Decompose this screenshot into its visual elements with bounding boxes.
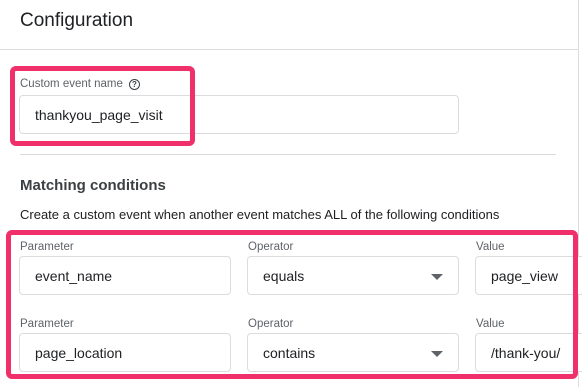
value-input[interactable]: page_view [475,256,582,295]
operator-value: contains [263,345,316,361]
divider [20,154,556,155]
panel-header: Configuration [0,0,578,50]
parameter-label: Parameter [20,318,74,330]
matching-conditions-title: Matching conditions [20,177,166,194]
custom-event-name-value: thankyou_page_visit [35,107,163,123]
parameter-input[interactable]: page_location [19,333,231,372]
custom-event-name-input[interactable]: thankyou_page_visit [19,95,459,134]
parameter-label: Parameter [20,241,74,253]
operator-select[interactable]: contains [247,333,459,372]
operator-label: Operator [248,318,294,330]
operator-label: Operator [248,241,294,253]
value-label: Value [476,241,505,253]
operator-value: equals [263,268,305,284]
page-title: Configuration [20,10,134,31]
parameter-value: page_location [35,345,123,361]
value-value: /thank-you/ [491,345,561,361]
value-input[interactable]: /thank-you/ [475,333,582,372]
configuration-panel: Configuration Custom event name? thankyo… [0,0,582,387]
help-circle-icon[interactable]: ? [128,79,140,90]
value-value: page_view [491,268,558,284]
parameter-value: event_name [35,268,113,284]
custom-event-name-label: Custom event name? [20,78,140,90]
dropdown-arrow-icon [431,274,443,280]
parameter-input[interactable]: event_name [19,256,231,295]
value-label: Value [476,318,505,330]
custom-event-name-label-text: Custom event name [20,78,123,90]
dropdown-arrow-icon [431,351,443,357]
matching-conditions-description: Create a custom event when another event… [20,207,500,222]
operator-select[interactable]: equals [247,256,459,295]
